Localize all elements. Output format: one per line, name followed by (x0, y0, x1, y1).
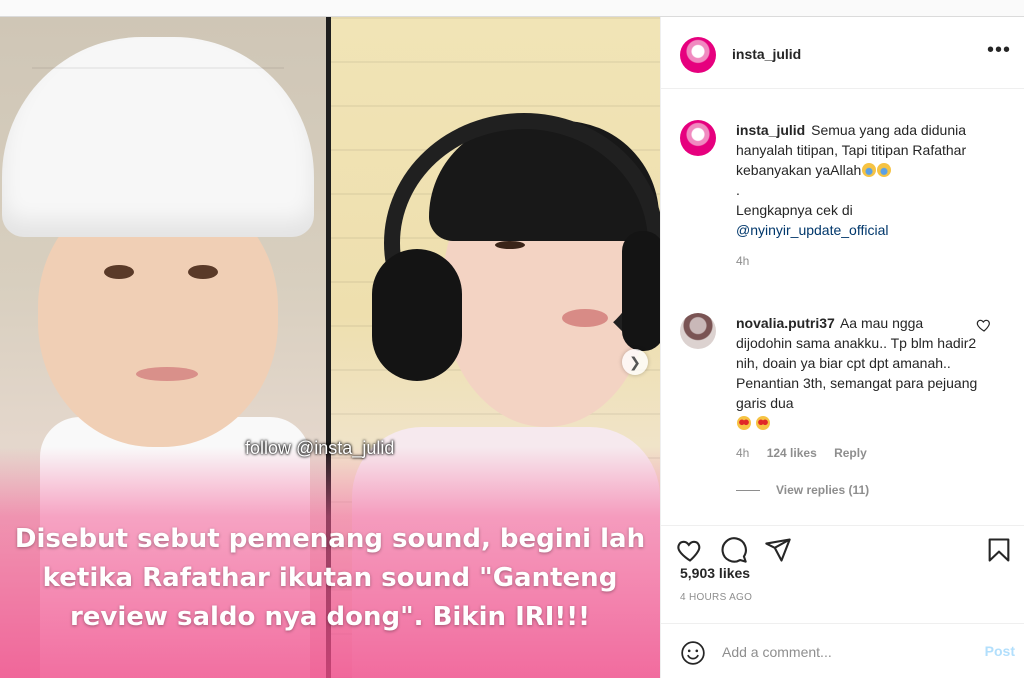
caption-timestamp[interactable]: 4h (736, 254, 749, 268)
crying-emoji-icon (862, 163, 877, 177)
post-sidebar: insta_julid ••• insta_julid Semua yang a… (660, 17, 1024, 678)
comment-reply-button[interactable]: Reply (834, 446, 867, 460)
like-heart-icon[interactable] (676, 536, 704, 564)
caption-mention-link[interactable]: @nyinyir_update_official (736, 222, 889, 238)
child-mouth-left (136, 367, 198, 381)
comment-bubble-icon[interactable] (720, 536, 748, 564)
headphone-earcup-right (622, 231, 660, 351)
likes-count[interactable]: 5,903 likes (680, 565, 750, 581)
media-caption-overlay: Disebut sebut pemenang sound, begini lah… (14, 524, 646, 632)
comment-text: novalia.putri37 Aa mau ngga dijodohin sa… (736, 313, 982, 433)
crying-emoji-icon (877, 163, 892, 177)
comment-like-heart-icon[interactable] (976, 317, 992, 333)
next-media-button[interactable]: ❯ (622, 349, 648, 375)
avatar[interactable] (680, 37, 716, 73)
media-watermark: follow @insta_julid (245, 438, 395, 458)
avatar[interactable] (680, 120, 716, 156)
post-header: insta_julid ••• (661, 17, 1024, 89)
view-replies-label[interactable]: View replies (11) (776, 483, 869, 497)
heart-eyes-emoji-icon (755, 416, 770, 430)
comment-input[interactable] (722, 636, 972, 668)
post-comment-button[interactable]: Post (985, 643, 1015, 659)
post-media[interactable]: follow @insta_julid Disebut sebut pemena… (0, 17, 660, 678)
child-mouth-right (562, 309, 608, 327)
caption-line2: Lengkapnya cek di (736, 202, 853, 218)
comment-username[interactable]: novalia.putri37 (736, 315, 835, 331)
heart-eyes-emoji-icon (737, 416, 751, 430)
emoji-smile-icon[interactable] (680, 640, 706, 666)
comment-meta: 4h 124 likes Reply (736, 446, 881, 460)
view-replies-button[interactable]: View replies (11) (736, 483, 869, 497)
headphone-earcup-left (372, 249, 462, 381)
post-timestamp[interactable]: 4 HOURS AGO (680, 592, 752, 603)
replies-divider-line (736, 490, 760, 492)
save-bookmark-icon[interactable] (985, 536, 1013, 564)
chevron-right-icon: ❯ (629, 353, 641, 370)
caption-dot: . (736, 182, 740, 198)
comment-time[interactable]: 4h (736, 446, 749, 460)
chef-hat (2, 37, 314, 237)
caption-username[interactable]: insta_julid (736, 122, 805, 138)
commenter-avatar[interactable] (680, 313, 716, 349)
post-actions (661, 525, 1024, 565)
add-comment-bar: Post (661, 623, 1024, 678)
caption-text: insta_julid Semua yang ada didunia hanya… (736, 120, 1008, 240)
more-options-icon[interactable]: ••• (987, 40, 1011, 60)
share-paper-plane-icon[interactable] (764, 536, 792, 564)
header-username[interactable]: insta_julid (732, 46, 801, 62)
comment-likes[interactable]: 124 likes (767, 446, 817, 460)
post-dialog: follow @insta_julid Disebut sebut pemena… (0, 16, 1024, 678)
